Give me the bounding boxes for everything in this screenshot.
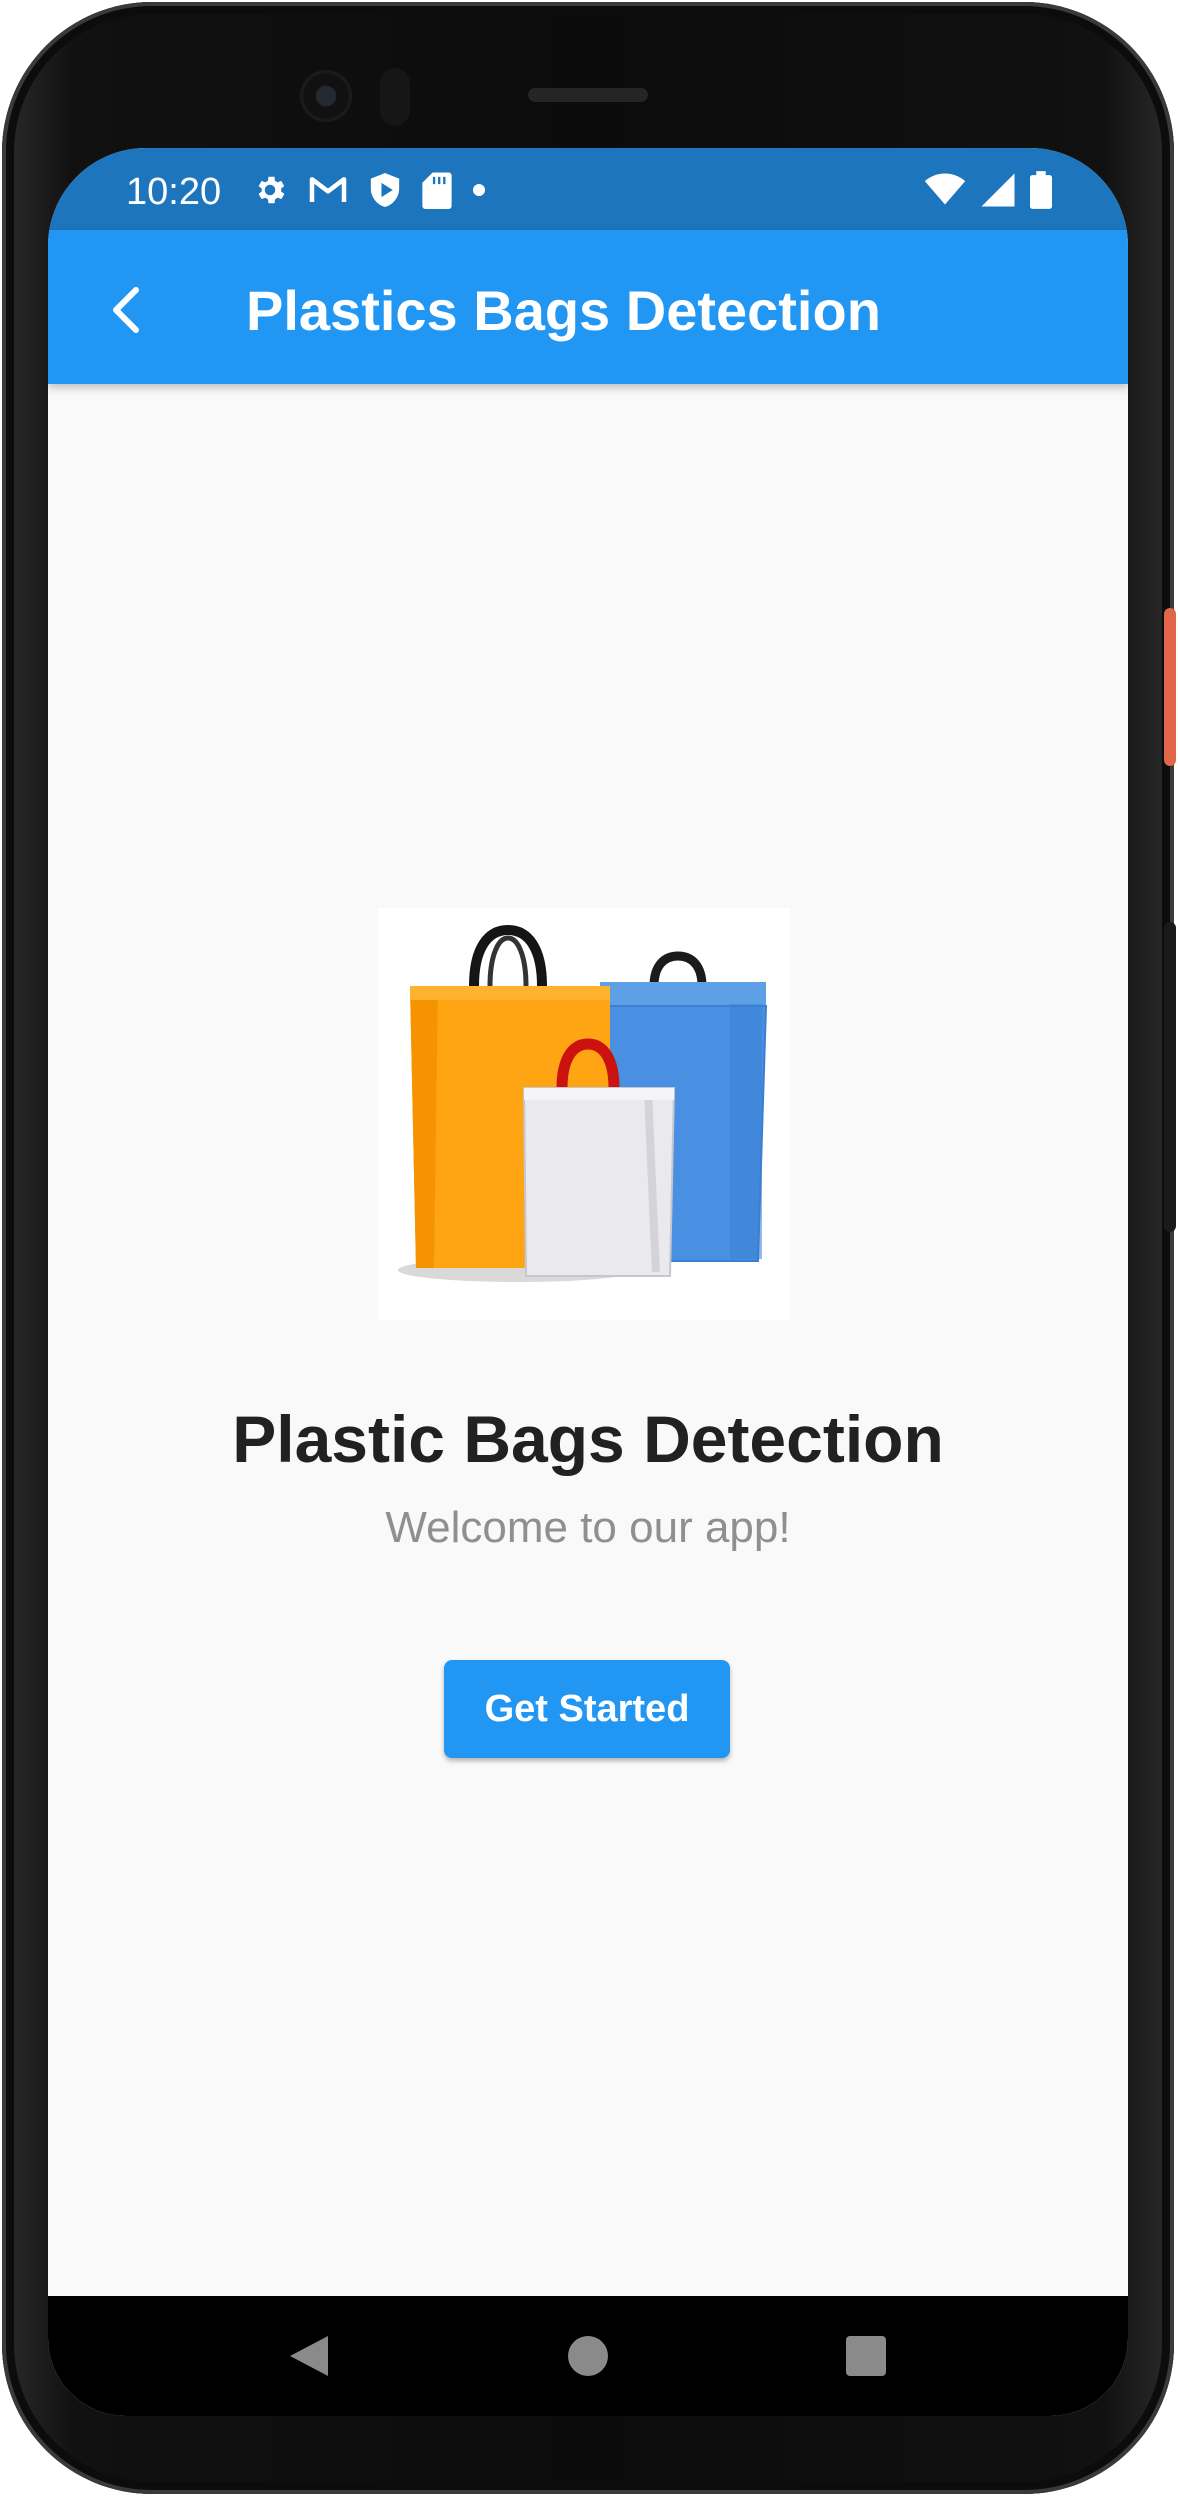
- settings-gear-icon: [252, 172, 288, 208]
- back-arrow-icon[interactable]: [90, 272, 166, 348]
- system-navigation-bar: [48, 2296, 1128, 2416]
- main-content: Plastic Bags Detection Welcome to our ap…: [48, 384, 1128, 2346]
- plastic-bags-image: [378, 908, 790, 1320]
- app-bar-title: Plastics Bags Detection: [246, 279, 881, 342]
- earpiece-speaker: [528, 88, 648, 102]
- app-bar: Plastics Bags Detection: [48, 230, 1128, 384]
- welcome-subtitle: Welcome to our app!: [385, 1503, 791, 1552]
- shield-play-icon: [368, 171, 402, 209]
- dot-icon: [472, 183, 486, 197]
- recents-square-icon[interactable]: [846, 2336, 886, 2376]
- status-system-icons: [924, 170, 1052, 210]
- wifi-icon: [924, 173, 966, 207]
- power-key[interactable]: [1164, 608, 1176, 766]
- volume-key[interactable]: [1164, 922, 1176, 1232]
- screen: 10:20 Plastics Bags Detection Plastic Ba…: [48, 148, 1128, 2416]
- phone-frame: 10:20 Plastics Bags Detection Plastic Ba…: [2, 2, 1176, 2494]
- cell-signal-icon: [980, 172, 1016, 208]
- sd-card-icon: [422, 171, 452, 209]
- status-notification-icons: [252, 170, 486, 210]
- home-circle-icon[interactable]: [568, 2336, 608, 2376]
- front-camera: [300, 70, 352, 122]
- back-triangle-icon[interactable]: [288, 2334, 332, 2378]
- gmail-icon: [308, 174, 348, 206]
- status-bar: 10:20: [48, 148, 1128, 230]
- battery-icon: [1030, 171, 1052, 209]
- status-time: 10:20: [126, 171, 222, 213]
- get-started-button[interactable]: Get Started: [444, 1660, 730, 1758]
- headline: Plastic Bags Detection: [232, 1402, 944, 1476]
- proximity-sensor: [380, 68, 410, 126]
